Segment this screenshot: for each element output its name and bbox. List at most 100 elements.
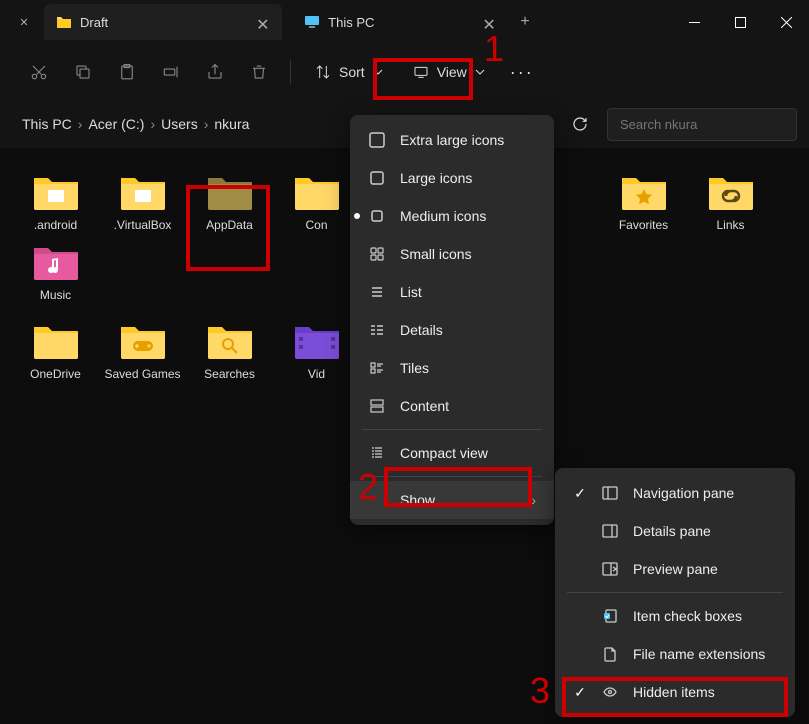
maximize-button[interactable] — [717, 0, 763, 44]
folder-item[interactable]: Searches — [186, 317, 273, 387]
show-submenu: ✓ Navigation pane Details pane Preview p… — [555, 468, 795, 717]
folder-item[interactable]: Music — [12, 238, 99, 308]
menu-item-large-icons[interactable]: Large icons — [350, 159, 554, 197]
close-window-button[interactable] — [763, 0, 809, 44]
menu-item-tiles[interactable]: Tiles — [350, 349, 554, 387]
folder-icon — [56, 14, 72, 30]
breadcrumb[interactable]: This PC › Acer (C:) › Users › nkura — [12, 108, 259, 140]
folder-item[interactable]: Con — [273, 168, 360, 238]
folder-item[interactable]: Favorites — [600, 168, 687, 238]
menu-item-compact[interactable]: Compact view — [350, 434, 554, 472]
view-button[interactable]: View — [401, 58, 497, 86]
tab-label: This PC — [328, 15, 374, 30]
chevron-down-icon — [475, 69, 485, 75]
menu-item-checkboxes[interactable]: Item check boxes — [555, 597, 795, 635]
search-input[interactable] — [607, 108, 797, 141]
sort-button[interactable]: Sort — [303, 58, 395, 86]
folder-label: OneDrive — [30, 367, 81, 383]
menu-label: Medium icons — [400, 208, 486, 224]
sort-icon — [315, 64, 331, 80]
more-button[interactable]: ··· — [503, 53, 541, 91]
refresh-icon — [572, 116, 588, 132]
folder-label: Searches — [204, 367, 255, 383]
cut-button[interactable] — [20, 53, 58, 91]
folder-label: AppData — [206, 218, 253, 234]
folder-item[interactable]: .android — [12, 168, 99, 238]
folder-icon — [119, 172, 167, 212]
copy-button[interactable] — [64, 53, 102, 91]
toolbar: Sort View ··· — [0, 44, 809, 100]
chevron-right-icon: › — [78, 116, 83, 132]
folder-item-appdata[interactable]: AppData — [186, 168, 273, 238]
menu-item-hidden[interactable]: ✓ Hidden items — [555, 673, 795, 711]
breadcrumb-item[interactable]: Users — [161, 116, 198, 132]
annotation-label: 3 — [530, 670, 550, 712]
tab-draft[interactable]: Draft ✕ — [44, 4, 282, 40]
menu-item-details[interactable]: Details — [350, 311, 554, 349]
folder-item[interactable]: OneDrive — [12, 317, 99, 387]
breadcrumb-item[interactable]: Acer (C:) — [88, 116, 144, 132]
close-icon[interactable]: ✕ — [256, 15, 270, 29]
breadcrumb-item[interactable]: This PC — [22, 116, 72, 132]
folder-video-icon — [293, 321, 341, 361]
menu-label: Details pane — [633, 523, 711, 539]
folder-item[interactable]: Vid — [273, 317, 360, 387]
menu-label: Preview pane — [633, 561, 718, 577]
folder-label: .android — [34, 218, 77, 234]
delete-button[interactable] — [240, 53, 278, 91]
tab-thispc[interactable]: This PC ✕ — [292, 4, 508, 40]
menu-item-show[interactable]: Show › — [350, 481, 554, 519]
chevron-down-icon — [373, 69, 383, 75]
chevron-right-icon: › — [150, 116, 155, 132]
separator — [290, 60, 291, 84]
menu-label: Show — [400, 492, 435, 508]
titlebar: ✕ Draft ✕ This PC ✕ + — [0, 0, 809, 44]
refresh-button[interactable] — [561, 105, 599, 143]
sort-label: Sort — [339, 64, 365, 80]
folder-label: Con — [305, 218, 327, 234]
new-tab-button[interactable]: + — [508, 13, 541, 31]
folder-search-icon — [206, 321, 254, 361]
file-icon — [601, 645, 619, 663]
menu-item-details-pane[interactable]: Details pane — [555, 512, 795, 550]
minimize-button[interactable] — [671, 0, 717, 44]
menu-item-extensions[interactable]: File name extensions — [555, 635, 795, 673]
rename-button[interactable] — [152, 53, 190, 91]
paste-button[interactable] — [108, 53, 146, 91]
close-icon[interactable]: ✕ — [482, 15, 496, 29]
breadcrumb-item[interactable]: nkura — [214, 116, 249, 132]
square-icon — [368, 169, 386, 187]
menu-item-preview-pane[interactable]: Preview pane — [555, 550, 795, 588]
blank-icon — [368, 491, 386, 509]
menu-label: Details — [400, 322, 443, 338]
menu-item-content[interactable]: Content — [350, 387, 554, 425]
view-label: View — [437, 64, 467, 80]
checkbox-icon — [601, 607, 619, 625]
menu-item-small-icons[interactable]: Small icons — [350, 235, 554, 273]
menu-item-medium-icons[interactable]: Medium icons — [350, 197, 554, 235]
folder-item[interactable]: Links — [687, 168, 774, 238]
menu-label: Content — [400, 398, 449, 414]
view-menu: Extra large icons Large icons Medium ico… — [350, 115, 554, 525]
folder-label: .VirtualBox — [114, 218, 172, 234]
pane-icon — [601, 560, 619, 578]
menu-item-nav-pane[interactable]: ✓ Navigation pane — [555, 474, 795, 512]
menu-item-xl-icons[interactable]: Extra large icons — [350, 121, 554, 159]
menu-label: Tiles — [400, 360, 429, 376]
share-button[interactable] — [196, 53, 234, 91]
close-icon[interactable]: ✕ — [19, 16, 28, 29]
menu-label: Extra large icons — [400, 132, 504, 148]
folder-label: Links — [716, 218, 744, 234]
tab-label: Draft — [80, 15, 108, 30]
folder-icon — [293, 172, 341, 212]
content-icon — [368, 397, 386, 415]
menu-item-list[interactable]: List — [350, 273, 554, 311]
eye-icon — [601, 683, 619, 701]
folder-icon — [32, 321, 80, 361]
folder-item[interactable]: .VirtualBox — [99, 168, 186, 238]
menu-label: List — [400, 284, 422, 300]
folder-item[interactable]: Saved Games — [99, 317, 186, 387]
folder-icon — [32, 172, 80, 212]
chevron-right-icon: › — [531, 492, 536, 508]
menu-label: Small icons — [400, 246, 472, 262]
